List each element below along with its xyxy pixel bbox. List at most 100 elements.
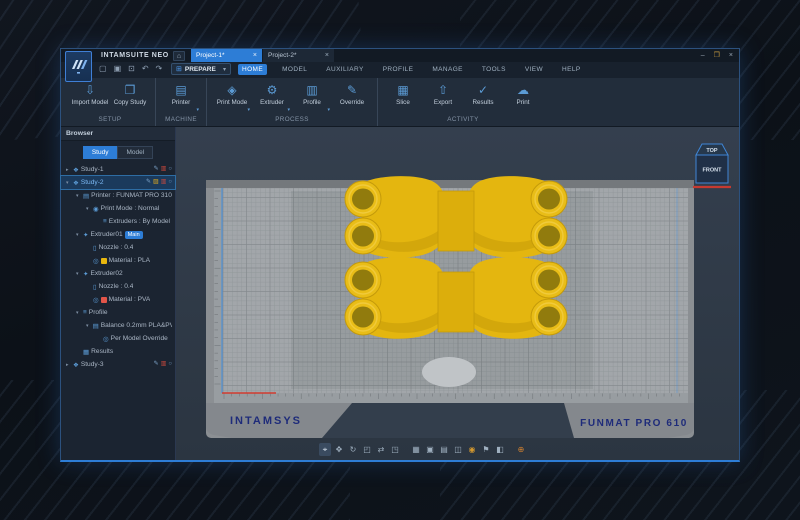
delete-icon[interactable]: ▥ xyxy=(161,179,167,186)
flag-tool[interactable]: ⚑ xyxy=(480,443,492,456)
bottom-ruler xyxy=(214,393,688,403)
slice-button[interactable]: ▦Slice xyxy=(383,81,423,114)
arrange-tool[interactable]: ▦ xyxy=(410,443,422,456)
open-icon[interactable]: ⊡ xyxy=(128,64,135,73)
browser-sidebar: Browser StudyModel ▸❖Study-1✎▥○▾❖Study-2… xyxy=(61,127,176,460)
bezel-notch xyxy=(322,403,574,438)
expand-arrow-icon[interactable]: ▾ xyxy=(66,180,71,186)
sidebar-tab-study[interactable]: Study xyxy=(83,146,118,159)
tree-item-profile[interactable]: ▾≡Profile xyxy=(61,306,175,319)
menu-item-model[interactable]: MODEL xyxy=(278,64,311,75)
print-mode-button[interactable]: ◈Print Mode▾ xyxy=(212,81,252,114)
override-button[interactable]: ✎Override xyxy=(332,81,372,114)
toggle-icon[interactable]: ○ xyxy=(168,166,172,173)
tree-item-label: Profile xyxy=(89,309,108,316)
expand-arrow-icon[interactable]: ▾ xyxy=(76,310,81,316)
tree-item-extruder01[interactable]: ▾✦Extruder01Main xyxy=(61,228,175,241)
select-tool[interactable]: ⌖ xyxy=(319,443,331,456)
tab-close-icon[interactable]: × xyxy=(253,52,257,59)
expand-arrow-icon[interactable]: ▾ xyxy=(76,232,81,238)
menu-item-tools[interactable]: TOOLS xyxy=(478,64,510,75)
material-swatch xyxy=(101,297,107,303)
delete-icon[interactable]: ▥ xyxy=(161,166,167,173)
home-icon[interactable]: ⌂ xyxy=(173,51,185,61)
print-button[interactable]: ☁Print xyxy=(503,81,543,114)
plate-brand-right: FUNMAT PRO 610 xyxy=(580,418,688,429)
seam-tool[interactable]: ◉ xyxy=(466,443,478,456)
tree-item-balance-0-2mm-pla-pva[interactable]: ▾▤Balance 0.2mm PLA&PVA xyxy=(61,319,175,332)
export-button[interactable]: ⇧Export xyxy=(423,81,463,114)
model-center-block[interactable] xyxy=(438,272,474,332)
tree-item-material-pva[interactable]: ◎Material : PVA xyxy=(61,293,175,306)
tree-item-extruders-by-model[interactable]: ≡Extruders : By Model xyxy=(61,215,175,228)
results-button[interactable]: ✓Results xyxy=(463,81,503,114)
new-file-icon[interactable]: ▢ xyxy=(99,64,107,73)
folder-icon[interactable]: ▨ xyxy=(153,179,159,186)
split-tool[interactable]: ◧ xyxy=(494,443,506,456)
3d-viewport[interactable]: INTAMSYS FUNMAT PRO 610 TOP FRONT ⌖✥↻◰⇄◳… xyxy=(176,127,739,460)
tree-item-material-pla[interactable]: ◎Material : PLA xyxy=(61,254,175,267)
view-cube[interactable]: TOP FRONT xyxy=(690,140,734,196)
tree-item-printer-funmat-pro-310[interactable]: ▾▤Printer : FUNMAT PRO 310 xyxy=(61,189,175,202)
import-model-button[interactable]: ⇩Import Model xyxy=(70,81,110,114)
undo-icon[interactable]: ↶ xyxy=(142,64,149,73)
rotate-tool[interactable]: ↻ xyxy=(347,443,359,456)
scale-tool[interactable]: ◰ xyxy=(361,443,373,456)
toggle-icon[interactable]: ○ xyxy=(168,179,172,186)
expand-arrow-icon[interactable]: ▸ xyxy=(66,362,71,368)
tree-item-nozzle-0-4[interactable]: ▯Nozzle : 0.4 xyxy=(61,241,175,254)
menu-item-manage[interactable]: MANAGE xyxy=(428,64,467,75)
save-icon[interactable]: ▣ xyxy=(114,64,122,73)
sidebar-tabs: StudyModel xyxy=(61,146,175,159)
profile-button[interactable]: ▥Profile▾ xyxy=(292,81,332,114)
save-plate-tool[interactable]: ▤ xyxy=(438,443,450,456)
move-tool[interactable]: ✥ xyxy=(333,443,345,456)
tree-item-nozzle-0-4[interactable]: ▯Nozzle : 0.4 xyxy=(61,280,175,293)
edit-icon[interactable]: ✎ xyxy=(154,361,159,368)
tree-item-study-2[interactable]: ▾❖Study-2✎▨▥○ xyxy=(61,176,175,189)
expand-arrow-icon[interactable]: ▾ xyxy=(76,271,81,277)
expand-arrow-icon[interactable]: ▾ xyxy=(76,193,81,199)
app-title: INTAMSUITE NEO xyxy=(101,52,169,59)
extruder-button[interactable]: ⚙Extruder▾ xyxy=(252,81,292,114)
printer-button[interactable]: ▤Printer▾ xyxy=(161,81,201,114)
expand-arrow-icon[interactable]: ▾ xyxy=(86,206,91,212)
merge-tool[interactable]: ◫ xyxy=(452,443,464,456)
stage-selector[interactable]: ⊞ PREPARE ▾ xyxy=(171,63,231,75)
expand-arrow-icon[interactable]: ▾ xyxy=(86,323,91,329)
redo-icon[interactable]: ↷ xyxy=(156,64,163,73)
close-button[interactable]: × xyxy=(729,49,733,62)
copy-study-button[interactable]: ❐Copy Study xyxy=(110,81,150,114)
add-tool[interactable]: ⊕ xyxy=(515,443,527,456)
sidebar-tab-model[interactable]: Model xyxy=(117,146,153,159)
restore-button[interactable]: ❐ xyxy=(714,49,720,62)
edit-icon[interactable]: ✎ xyxy=(146,179,151,186)
tab-close-icon[interactable]: × xyxy=(325,52,329,59)
tree-item-per-model-override[interactable]: ◎Per Model Override xyxy=(61,332,175,345)
minimize-button[interactable]: – xyxy=(701,49,705,62)
toggle-icon[interactable]: ○ xyxy=(168,361,172,368)
tree-item-study-3[interactable]: ▸❖Study-3✎▥○ xyxy=(61,358,175,371)
expand-arrow-icon[interactable]: ▸ xyxy=(66,167,71,173)
menu-item-help[interactable]: HELP xyxy=(558,64,585,75)
menu-item-home[interactable]: HOME xyxy=(238,64,267,75)
model-center-block[interactable] xyxy=(438,191,474,251)
edit-icon[interactable]: ✎ xyxy=(154,166,159,173)
menu-item-profile[interactable]: PROFILE xyxy=(379,64,418,75)
lay-flat-tool[interactable]: ◳ xyxy=(389,443,401,456)
mirror-tool[interactable]: ⇄ xyxy=(375,443,387,456)
menu-item-auxiliary[interactable]: AUXILIARY xyxy=(322,64,367,75)
chevron-down-icon: ▾ xyxy=(287,107,290,113)
tree-item-label: Extruder02 xyxy=(90,270,122,277)
printer-button-icon: ▤ xyxy=(175,83,186,97)
project-tab-1[interactable]: Project-1*× xyxy=(191,49,263,62)
tree-item-label: Material : PLA xyxy=(109,257,150,264)
menu-item-view[interactable]: VIEW xyxy=(521,64,547,75)
project-tab-2[interactable]: Project-2*× xyxy=(263,49,335,62)
support-tool[interactable]: ▣ xyxy=(424,443,436,456)
tree-item-print-mode-normal[interactable]: ▾◉Print Mode : Normal xyxy=(61,202,175,215)
tree-item-extruder02[interactable]: ▾✦Extruder02 xyxy=(61,267,175,280)
delete-icon[interactable]: ▥ xyxy=(161,361,167,368)
tree-item-results[interactable]: ▦Results xyxy=(61,345,175,358)
tree-item-study-1[interactable]: ▸❖Study-1✎▥○ xyxy=(61,163,175,176)
